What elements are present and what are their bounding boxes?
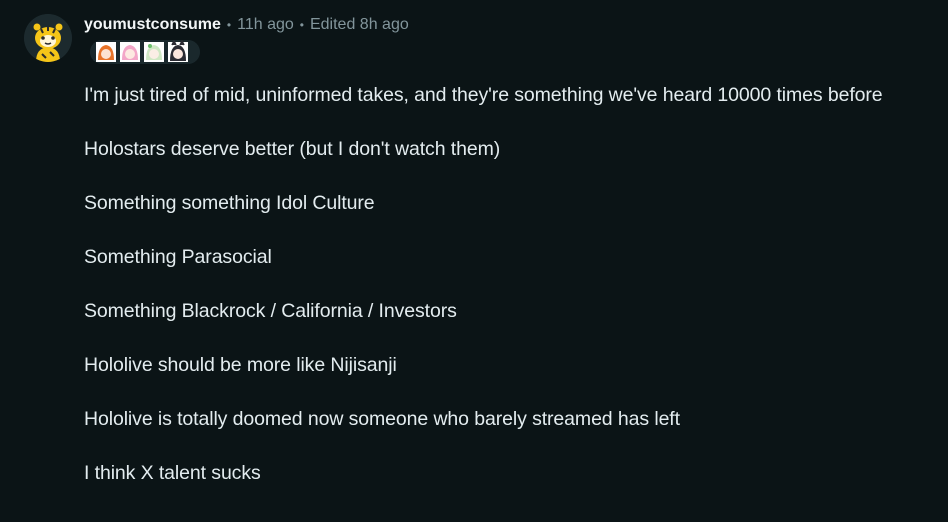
user-avatar[interactable] — [24, 14, 72, 62]
comment-paragraph: I'm just tired of mid, uninformed takes,… — [84, 84, 883, 106]
user-flair — [90, 40, 200, 64]
comment-paragraph: Something Parasocial — [84, 246, 272, 268]
comment-header: youmustconsume • 11h ago • Edited 8h ago — [84, 14, 409, 36]
posted-time[interactable]: 11h ago — [237, 16, 294, 34]
comment: youmustconsume • 11h ago • Edited 8h ago — [0, 0, 948, 522]
comment-paragraph: Something something Idol Culture — [84, 192, 375, 214]
comment-paragraph: I think X talent sucks — [84, 462, 261, 484]
flair-emojis-icon — [90, 40, 200, 64]
comment-paragraph: Something Blackrock / California / Inves… — [84, 300, 457, 322]
comment-paragraph: Hololive should be more like Nijisanji — [84, 354, 397, 376]
separator-dot: • — [226, 18, 232, 32]
username-link[interactable]: youmustconsume — [84, 16, 221, 34]
comment-paragraph: Holostars deserve better (but I don't wa… — [84, 138, 501, 160]
snoo-avatar-icon — [24, 14, 72, 62]
comment-body: I'm just tired of mid, uninformed takes,… — [84, 80, 904, 512]
comment-paragraph: Hololive is totally doomed now someone w… — [84, 408, 680, 430]
separator-dot: • — [299, 18, 304, 32]
edited-time: Edited 8h ago — [309, 16, 409, 33]
